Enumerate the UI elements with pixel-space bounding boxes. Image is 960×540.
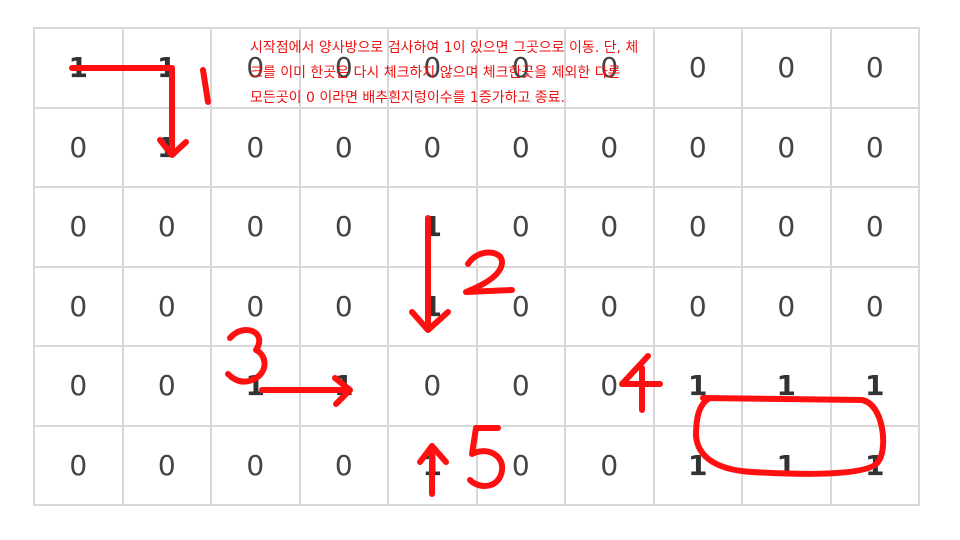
grid-cell: 1	[652, 345, 743, 427]
grid-cell: 0	[829, 186, 920, 268]
grid-cell: 1	[387, 424, 478, 506]
grid-cell: 0	[387, 345, 478, 427]
grid-cell: 1	[741, 424, 832, 506]
grid-cell: 0	[564, 424, 655, 506]
grid-cell: 1	[652, 424, 743, 506]
grid-cell: 0	[829, 265, 920, 347]
grid-cell: 1	[33, 27, 124, 109]
grid-row: 0100000000	[33, 106, 920, 188]
grid-cell: 0	[387, 106, 478, 188]
grid-cell: 1	[387, 265, 478, 347]
grid-cell: 0	[829, 106, 920, 188]
grid-cell: 1	[829, 424, 920, 506]
grid-cell: 0	[121, 424, 212, 506]
grid-cell: 0	[741, 186, 832, 268]
grid-cell: 0	[475, 265, 566, 347]
grid-cell: 1	[387, 186, 478, 268]
grid-cell: 0	[33, 265, 124, 347]
grid-cell: 0	[210, 106, 301, 188]
grid-cell: 0	[33, 345, 124, 427]
grid-cell: 1	[741, 345, 832, 427]
grid-cell: 0	[33, 186, 124, 268]
grid-cell: 0	[829, 27, 920, 109]
grid-cell: 0	[475, 424, 566, 506]
instruction-note: 시작점에서 양사방으로 검사하여 1이 있으면 그곳으로 이동. 단, 체 크를…	[250, 36, 750, 111]
grid-cell: 0	[121, 265, 212, 347]
grid-cell: 0	[475, 186, 566, 268]
grid-cell: 0	[564, 345, 655, 427]
grid-cell: 1	[298, 345, 389, 427]
grid-cell: 1	[829, 345, 920, 427]
grid-cell: 0	[298, 265, 389, 347]
grid-cell: 0	[33, 106, 124, 188]
grid-cell: 0	[210, 186, 301, 268]
grid-cell: 0	[564, 186, 655, 268]
note-line-3: 모든곳이 0 이라면 배추흰지렁이수를 1증가하고 종료.	[250, 90, 565, 106]
grid-cell: 0	[121, 345, 212, 427]
note-line-2: 크를 이미 한곳은 다시 체크하지 않으며 체크한곳을 제외한 다른	[250, 65, 621, 81]
grid-cell: 0	[298, 424, 389, 506]
grid-cell: 0	[652, 265, 743, 347]
grid-cell: 0	[475, 345, 566, 427]
grid-cell: 0	[741, 265, 832, 347]
grid-cell: 1	[210, 345, 301, 427]
grid-cell: 0	[210, 424, 301, 506]
grid-row: 0000100000	[33, 265, 920, 347]
grid-cell: 0	[33, 424, 124, 506]
grid-cell: 0	[210, 265, 301, 347]
grid-cell: 0	[652, 186, 743, 268]
grid-cell: 0	[121, 186, 212, 268]
grid-cell: 0	[652, 106, 743, 188]
grid-cell: 0	[298, 186, 389, 268]
grid-row: 0000100111	[33, 424, 920, 506]
grid-cell: 0	[298, 106, 389, 188]
note-line-1: 시작점에서 양사방으로 검사하여 1이 있으면 그곳으로 이동. 단, 체	[250, 40, 639, 56]
grid-row: 0000100000	[33, 186, 920, 268]
grid-cell: 1	[121, 106, 212, 188]
grid-cell: 0	[564, 265, 655, 347]
grid-cell: 0	[741, 27, 832, 109]
grid-cell: 0	[564, 106, 655, 188]
grid-row: 0011000111	[33, 345, 920, 427]
grid-cell: 1	[121, 27, 212, 109]
grid-cell: 0	[475, 106, 566, 188]
grid-cell: 0	[741, 106, 832, 188]
